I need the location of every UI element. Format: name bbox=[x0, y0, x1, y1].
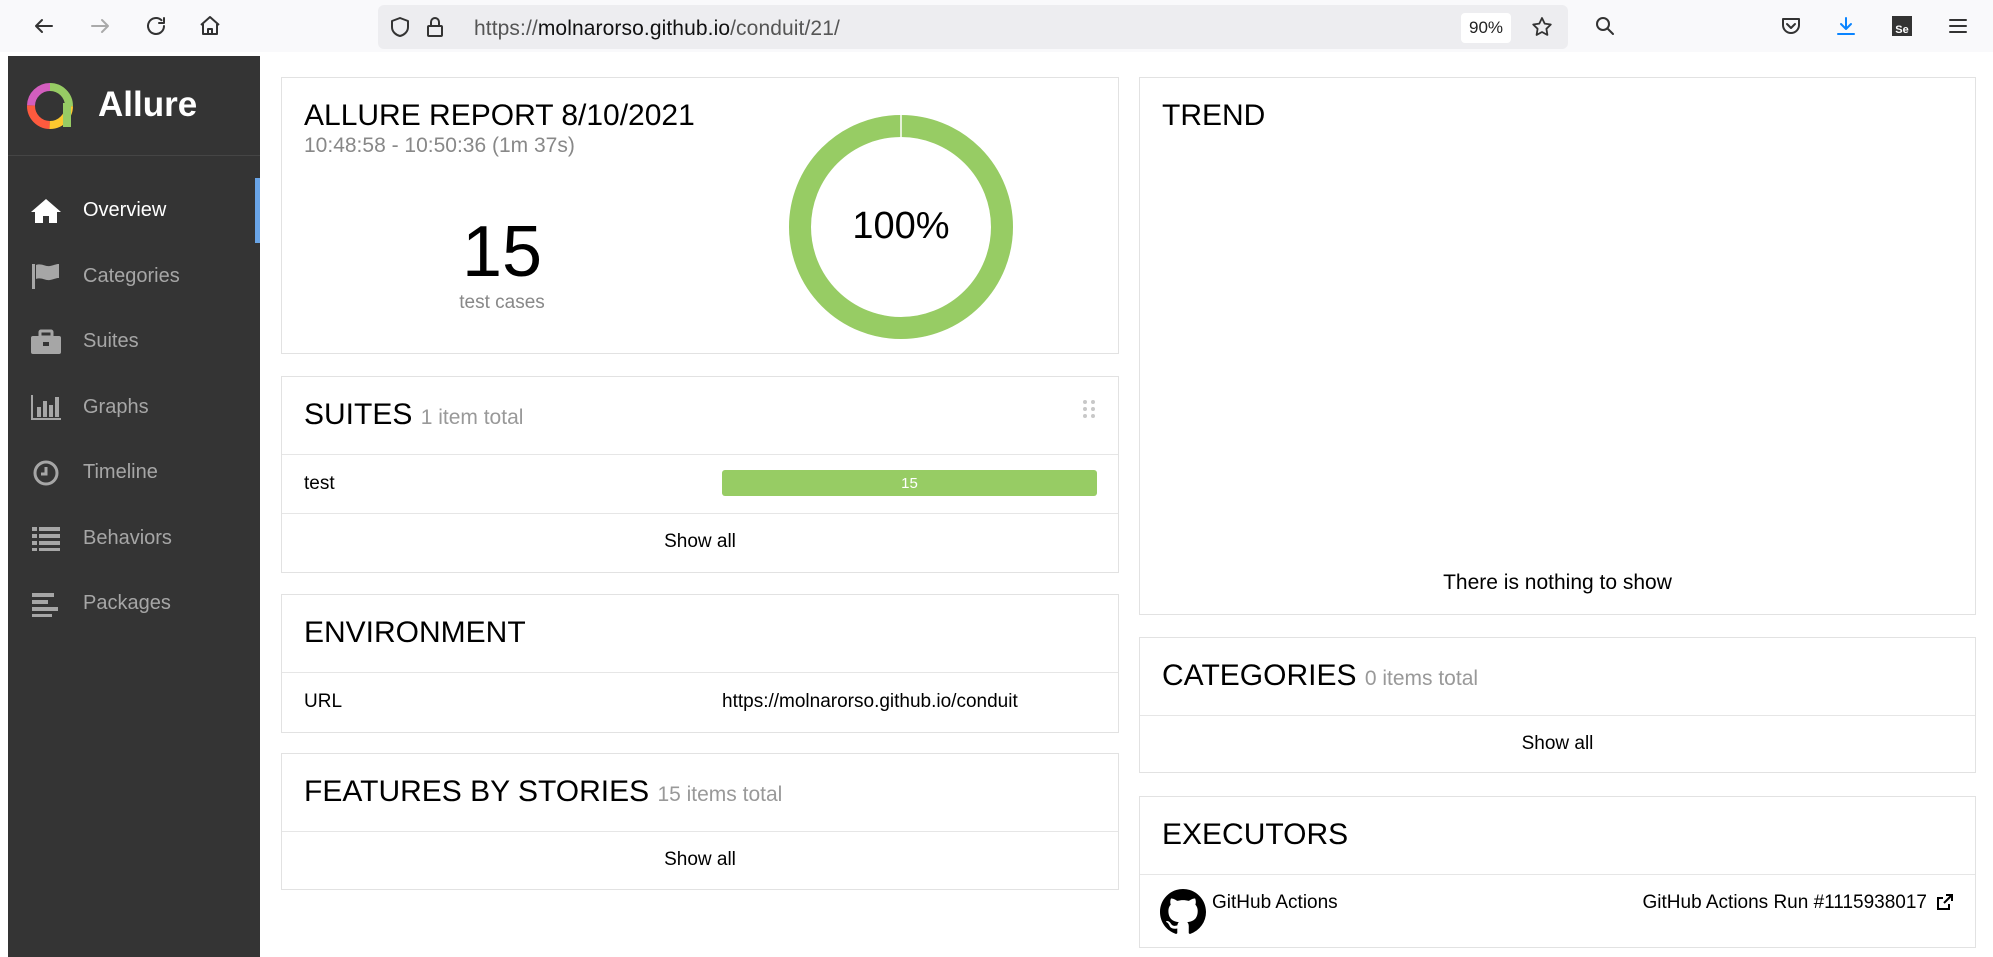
brand[interactable]: Allure bbox=[8, 56, 260, 156]
test-count-label: test cases bbox=[459, 292, 545, 313]
executors-widget: EXECUTORS GitHub Actions GitHub Actions … bbox=[1139, 796, 1976, 948]
trend-title: TREND bbox=[1162, 99, 1266, 132]
sidebar-item-overview[interactable]: Overview bbox=[8, 178, 260, 244]
browser-toolbar: https://molnarorso.github.io/conduit/21/… bbox=[0, 0, 1993, 52]
sidebar-item-label: Packages bbox=[83, 592, 171, 615]
back-arrow-icon[interactable] bbox=[26, 8, 62, 44]
home-icon[interactable] bbox=[192, 8, 228, 44]
features-title: FEATURES BY STORIES 15 items total bbox=[304, 775, 783, 808]
trend-empty-message: There is nothing to show bbox=[1443, 571, 1672, 594]
categories-subtitle: 0 items total bbox=[1364, 667, 1479, 690]
suite-passed-bar[interactable]: 15 bbox=[722, 470, 1097, 496]
divider bbox=[1140, 874, 1975, 875]
sidebar-item-packages[interactable]: Packages bbox=[8, 571, 260, 637]
features-subtitle: 15 items total bbox=[657, 783, 783, 806]
menu-hamburger-icon[interactable] bbox=[1940, 8, 1976, 44]
reload-icon[interactable] bbox=[138, 8, 174, 44]
categories-widget: CATEGORIES 0 items total Show all bbox=[1139, 637, 1976, 773]
executors-title: EXECUTORS bbox=[1162, 818, 1349, 851]
svg-text:Se: Se bbox=[1895, 24, 1908, 36]
trend-widget: TREND There is nothing to show bbox=[1139, 77, 1976, 615]
summary-widget: ALLURE REPORT 8/10/2021 10:48:58 - 10:50… bbox=[281, 77, 1119, 354]
sidebar-item-label: Suites bbox=[83, 330, 139, 353]
divider bbox=[282, 831, 1118, 832]
executor-run-link[interactable]: GitHub Actions Run #1115938017 bbox=[1643, 892, 1928, 914]
categories-show-all-link[interactable]: Show all bbox=[1140, 733, 1975, 755]
lock-icon[interactable] bbox=[423, 15, 447, 39]
sidebar-item-behaviors[interactable]: Behaviors bbox=[8, 506, 260, 572]
divider bbox=[282, 672, 1118, 673]
env-key: URL bbox=[304, 691, 343, 712]
env-value: https://molnarorso.github.io/conduit bbox=[722, 691, 1018, 712]
url-text[interactable]: https://molnarorso.github.io/conduit/21/ bbox=[474, 17, 840, 41]
sidebar: Allure Overview Categories Suites Graphs bbox=[8, 56, 260, 957]
sidebar-item-label: Behaviors bbox=[83, 526, 172, 549]
sidebar-item-label: Categories bbox=[83, 264, 180, 287]
environment-widget: ENVIRONMENT URL https://molnarorso.githu… bbox=[281, 594, 1119, 733]
github-icon bbox=[1160, 889, 1206, 934]
suites-title: SUITES 1 item total bbox=[304, 398, 524, 431]
pass-percent-label: 100% bbox=[852, 205, 949, 247]
tracking-shield-icon[interactable] bbox=[388, 15, 412, 39]
download-icon[interactable] bbox=[1828, 8, 1864, 44]
align-left-icon bbox=[29, 589, 63, 619]
drag-handle-icon[interactable] bbox=[1082, 399, 1096, 423]
sidebar-item-label: Overview bbox=[83, 199, 167, 222]
sidebar-item-timeline[interactable]: Timeline bbox=[8, 440, 260, 506]
environment-title: ENVIRONMENT bbox=[304, 616, 526, 649]
executor-name: GitHub Actions bbox=[1212, 892, 1338, 913]
features-show-all-link[interactable]: Show all bbox=[282, 849, 1118, 871]
divider bbox=[282, 454, 1118, 455]
sidebar-nav: Overview Categories Suites Graphs Timeli… bbox=[8, 178, 260, 637]
zoom-level-button[interactable]: 90% bbox=[1461, 13, 1511, 43]
sidebar-item-label: Timeline bbox=[83, 461, 158, 484]
brand-name: Allure bbox=[98, 85, 198, 124]
divider bbox=[1140, 715, 1975, 716]
suite-name: test bbox=[304, 473, 335, 494]
search-icon[interactable] bbox=[1587, 8, 1623, 44]
home-icon bbox=[29, 196, 63, 226]
allure-logo-icon bbox=[27, 83, 73, 129]
pass-rate-donut[interactable]: 100% bbox=[788, 114, 1014, 340]
report-title: ALLURE REPORT 8/10/2021 bbox=[304, 99, 695, 132]
divider bbox=[282, 513, 1118, 514]
external-link-icon[interactable] bbox=[1935, 892, 1955, 912]
categories-title: CATEGORIES 0 items total bbox=[1162, 659, 1479, 692]
suites-show-all-link[interactable]: Show all bbox=[282, 531, 1118, 553]
sidebar-item-graphs[interactable]: Graphs bbox=[8, 375, 260, 441]
briefcase-icon bbox=[29, 327, 63, 357]
window-frame bbox=[0, 52, 8, 957]
sidebar-item-categories[interactable]: Categories bbox=[8, 244, 260, 310]
test-count: 15 bbox=[461, 212, 543, 292]
sidebar-item-label: Graphs bbox=[83, 395, 149, 418]
pocket-icon[interactable] bbox=[1773, 8, 1809, 44]
bar-chart-icon bbox=[29, 392, 63, 422]
report-time-range: 10:48:58 - 10:50:36 (1m 37s) bbox=[304, 134, 575, 157]
selenium-extension-icon[interactable]: Se bbox=[1884, 8, 1920, 44]
features-widget: FEATURES BY STORIES 15 items total Show … bbox=[281, 753, 1119, 890]
list-icon bbox=[29, 523, 63, 553]
url-bar[interactable]: https://molnarorso.github.io/conduit/21/… bbox=[378, 5, 1568, 49]
sidebar-item-suites[interactable]: Suites bbox=[8, 309, 260, 375]
suites-widget: SUITES 1 item total test 15 Show all bbox=[281, 376, 1119, 573]
forward-arrow-icon[interactable] bbox=[82, 8, 118, 44]
suites-subtitle: 1 item total bbox=[420, 406, 524, 429]
bookmark-star-icon[interactable] bbox=[1530, 15, 1554, 39]
clock-icon bbox=[29, 458, 63, 488]
flag-icon bbox=[29, 261, 63, 291]
